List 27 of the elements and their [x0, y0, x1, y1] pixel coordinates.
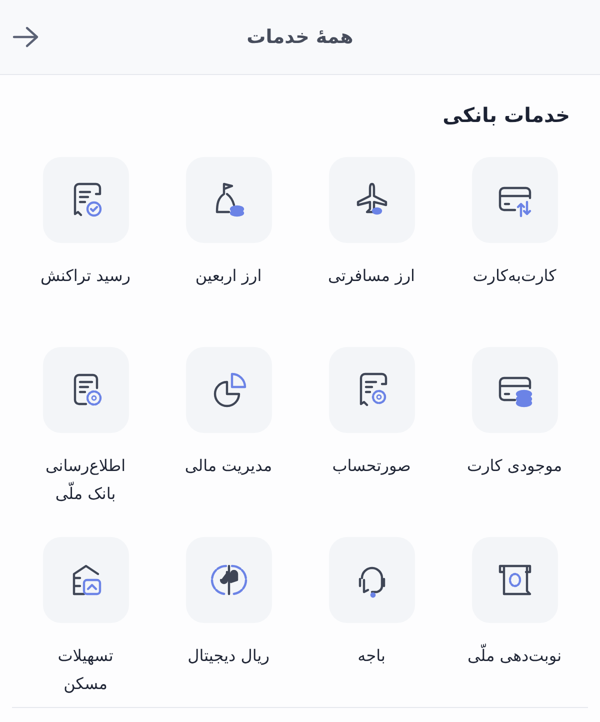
- service-label: ارز مسافرتی: [328, 265, 415, 287]
- service-label: باجه: [358, 645, 386, 667]
- service-label: موجودی کارت: [467, 455, 562, 477]
- service-tile[interactable]: [328, 157, 414, 243]
- service-tile[interactable]: [328, 347, 414, 433]
- service-label: صورتحساب: [332, 455, 411, 477]
- service-tile[interactable]: [472, 347, 558, 433]
- service-tile[interactable]: [186, 157, 272, 243]
- service-tile[interactable]: [42, 347, 128, 433]
- service-label: ریال دیجیتال: [188, 645, 270, 667]
- service-label: تسهیلات مسکن: [58, 645, 114, 695]
- service-tile[interactable]: [472, 537, 558, 623]
- back-arrow-icon[interactable]: [12, 25, 40, 49]
- service-tile[interactable]: [42, 537, 128, 623]
- service-label: اطلاع‌رسانی بانک ملّی: [45, 455, 126, 505]
- service-tile[interactable]: [42, 157, 128, 243]
- page-title: همهٔ خدمات: [246, 26, 354, 48]
- service-tile[interactable]: [186, 347, 272, 433]
- service-label: ارز اربعین: [195, 265, 262, 287]
- service-label: مدیریت مالی: [184, 455, 272, 477]
- service-tile[interactable]: [328, 537, 414, 623]
- section-title: خدمات بانکی: [442, 103, 570, 127]
- service-tile[interactable]: [472, 157, 558, 243]
- service-tile[interactable]: [186, 537, 272, 623]
- service-label: کارت‌به‌کارت: [472, 265, 556, 287]
- service-label: نوبت‌دهی ملّی: [467, 642, 562, 670]
- service-label: رسید تراکنش: [40, 265, 131, 287]
